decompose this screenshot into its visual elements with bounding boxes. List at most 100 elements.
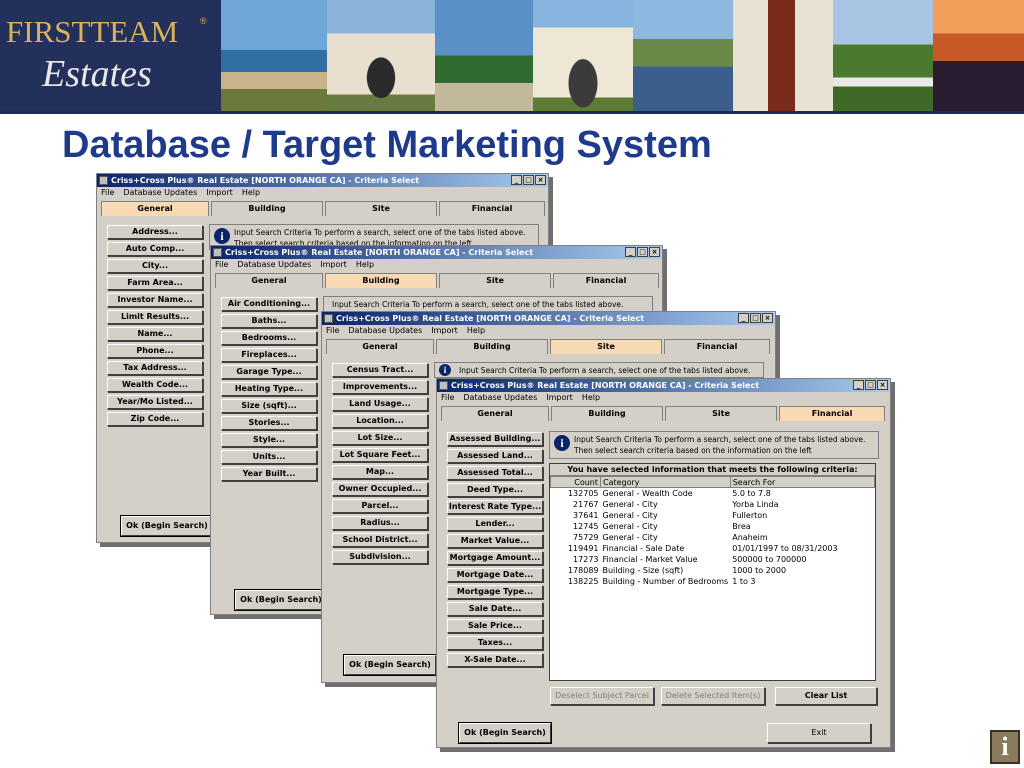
btn-wealth-code[interactable]: Wealth Code...	[107, 378, 203, 392]
btn-stories[interactable]: Stories...	[221, 416, 317, 430]
selected-criteria-list[interactable]: You have selected information that meets…	[549, 463, 876, 681]
menu-help[interactable]: Help	[356, 260, 374, 269]
btn-assessed-total[interactable]: Assessed Total...	[447, 466, 543, 480]
btn-assessed-land[interactable]: Assessed Land...	[447, 449, 543, 463]
btn-market-value[interactable]: Market Value...	[447, 534, 543, 548]
btn-name[interactable]: Name...	[107, 327, 203, 341]
btn-subdivision[interactable]: Subdivision...	[332, 550, 428, 564]
table-row[interactable]: 75729 General - City Anaheim	[551, 532, 875, 543]
menu-import[interactable]: Import	[206, 188, 233, 197]
btn-assessed-building[interactable]: Assessed Building...	[447, 432, 543, 446]
table-row[interactable]: 132705 General - Wealth Code 5.0 to 7.8	[551, 488, 875, 499]
table-row[interactable]: 119491 Financial - Sale Date 01/01/1997 to…	[551, 543, 875, 554]
tab-financial[interactable]: Financial	[439, 201, 545, 216]
close-icon[interactable]: ×	[877, 380, 888, 390]
menu-database-updates[interactable]: Database Updates	[237, 260, 311, 269]
btn-air-conditioning[interactable]: Air Conditioning...	[221, 297, 317, 311]
btn-sale-date[interactable]: Sale Date...	[447, 602, 543, 616]
btn-school-district[interactable]: School District...	[332, 533, 428, 547]
btn-garage-type[interactable]: Garage Type...	[221, 365, 317, 379]
table-row[interactable]: 12745 General - City Brea	[551, 521, 875, 532]
ok-begin-search-button[interactable]: Ok (Begin Search)	[234, 589, 328, 611]
col-search-for[interactable]: Search For	[729, 476, 876, 488]
menu-database-updates[interactable]: Database Updates	[463, 393, 537, 402]
btn-lot-square-feet[interactable]: Lot Square Feet...	[332, 448, 428, 462]
table-row[interactable]: 138225 Building - Number of Bedrooms 1 to …	[551, 576, 875, 587]
menu-file[interactable]: File	[326, 326, 339, 335]
btn-baths[interactable]: Baths...	[221, 314, 317, 328]
maximize-icon[interactable]: □	[865, 380, 876, 390]
btn-farm-area[interactable]: Farm Area...	[107, 276, 203, 290]
btn-units[interactable]: Units...	[221, 450, 317, 464]
menu-file[interactable]: File	[441, 393, 454, 402]
btn-fireplaces[interactable]: Fireplaces...	[221, 348, 317, 362]
tab-general[interactable]: General	[215, 273, 323, 288]
btn-zip-code[interactable]: Zip Code...	[107, 412, 203, 426]
minimize-icon[interactable]: _	[853, 380, 864, 390]
btn-location[interactable]: Location...	[332, 414, 428, 428]
tab-building[interactable]: Building	[211, 201, 323, 216]
btn-mortgage-amount[interactable]: Mortgage Amount...	[447, 551, 543, 565]
close-icon[interactable]: ×	[535, 175, 546, 185]
minimize-icon[interactable]: _	[738, 313, 749, 323]
btn-year-mo-listed[interactable]: Year/Mo Listed...	[107, 395, 203, 409]
btn-size-sqft[interactable]: Size (sqft)...	[221, 399, 317, 413]
table-row[interactable]: 178089 Building - Size (sqft) 1000 to 2000	[551, 565, 875, 576]
btn-map[interactable]: Map...	[332, 465, 428, 479]
table-row[interactable]: 17273 Financial - Market Value 500000 to 7…	[551, 554, 875, 565]
tab-site[interactable]: Site	[665, 406, 777, 421]
btn-parcel[interactable]: Parcel...	[332, 499, 428, 513]
col-category[interactable]: Category	[600, 476, 731, 488]
exit-button[interactable]: Exit	[767, 723, 871, 743]
clear-list-button[interactable]: Clear List	[775, 687, 877, 705]
ok-begin-search-button[interactable]: Ok (Begin Search)	[458, 722, 552, 744]
tab-building[interactable]: Building	[325, 273, 437, 288]
tab-building[interactable]: Building	[436, 339, 548, 354]
btn-radius[interactable]: Radius...	[332, 516, 428, 530]
tab-general[interactable]: General	[101, 201, 209, 216]
btn-improvements[interactable]: Improvements...	[332, 380, 428, 394]
btn-deed-type[interactable]: Deed Type...	[447, 483, 543, 497]
tab-site[interactable]: Site	[550, 339, 662, 354]
minimize-icon[interactable]: _	[511, 175, 522, 185]
tab-general[interactable]: General	[326, 339, 434, 354]
btn-mortgage-date[interactable]: Mortgage Date...	[447, 568, 543, 582]
btn-limit-results[interactable]: Limit Results...	[107, 310, 203, 324]
btn-sale-price[interactable]: Sale Price...	[447, 619, 543, 633]
btn-investor-name[interactable]: Investor Name...	[107, 293, 203, 307]
btn-city[interactable]: City...	[107, 259, 203, 273]
btn-interest-rate-type[interactable]: Interest Rate Type...	[447, 500, 543, 514]
btn-x-sale-date[interactable]: X-Sale Date...	[447, 653, 543, 667]
btn-auto-comp[interactable]: Auto Comp...	[107, 242, 203, 256]
tab-building[interactable]: Building	[551, 406, 663, 421]
btn-address[interactable]: Address...	[107, 225, 203, 239]
tab-financial[interactable]: Financial	[553, 273, 659, 288]
tab-financial[interactable]: Financial	[664, 339, 770, 354]
btn-lender[interactable]: Lender...	[447, 517, 543, 531]
btn-year-built[interactable]: Year Built...	[221, 467, 317, 481]
btn-census-tract[interactable]: Census Tract...	[332, 363, 428, 377]
table-row[interactable]: 21767 General - City Yorba Linda	[551, 499, 875, 510]
btn-land-usage[interactable]: Land Usage...	[332, 397, 428, 411]
menu-help[interactable]: Help	[467, 326, 485, 335]
close-icon[interactable]: ×	[649, 247, 660, 257]
col-count[interactable]: Count	[550, 476, 601, 488]
btn-mortgage-type[interactable]: Mortgage Type...	[447, 585, 543, 599]
ok-begin-search-button[interactable]: Ok (Begin Search)	[120, 515, 214, 537]
btn-phone[interactable]: Phone...	[107, 344, 203, 358]
minimize-icon[interactable]: _	[625, 247, 636, 257]
menu-import[interactable]: Import	[546, 393, 573, 402]
tab-site[interactable]: Site	[439, 273, 551, 288]
menu-import[interactable]: Import	[320, 260, 347, 269]
menu-file[interactable]: File	[101, 188, 114, 197]
btn-tax-address[interactable]: Tax Address...	[107, 361, 203, 375]
btn-lot-size[interactable]: Lot Size...	[332, 431, 428, 445]
info-help-icon[interactable]: i	[990, 730, 1020, 764]
menu-help[interactable]: Help	[582, 393, 600, 402]
btn-taxes[interactable]: Taxes...	[447, 636, 543, 650]
ok-begin-search-button[interactable]: Ok (Begin Search)	[343, 654, 437, 676]
tab-financial[interactable]: Financial	[779, 406, 885, 421]
menu-file[interactable]: File	[215, 260, 228, 269]
tab-general[interactable]: General	[441, 406, 549, 421]
table-row[interactable]: 37641 General - City Fullerton	[551, 510, 875, 521]
